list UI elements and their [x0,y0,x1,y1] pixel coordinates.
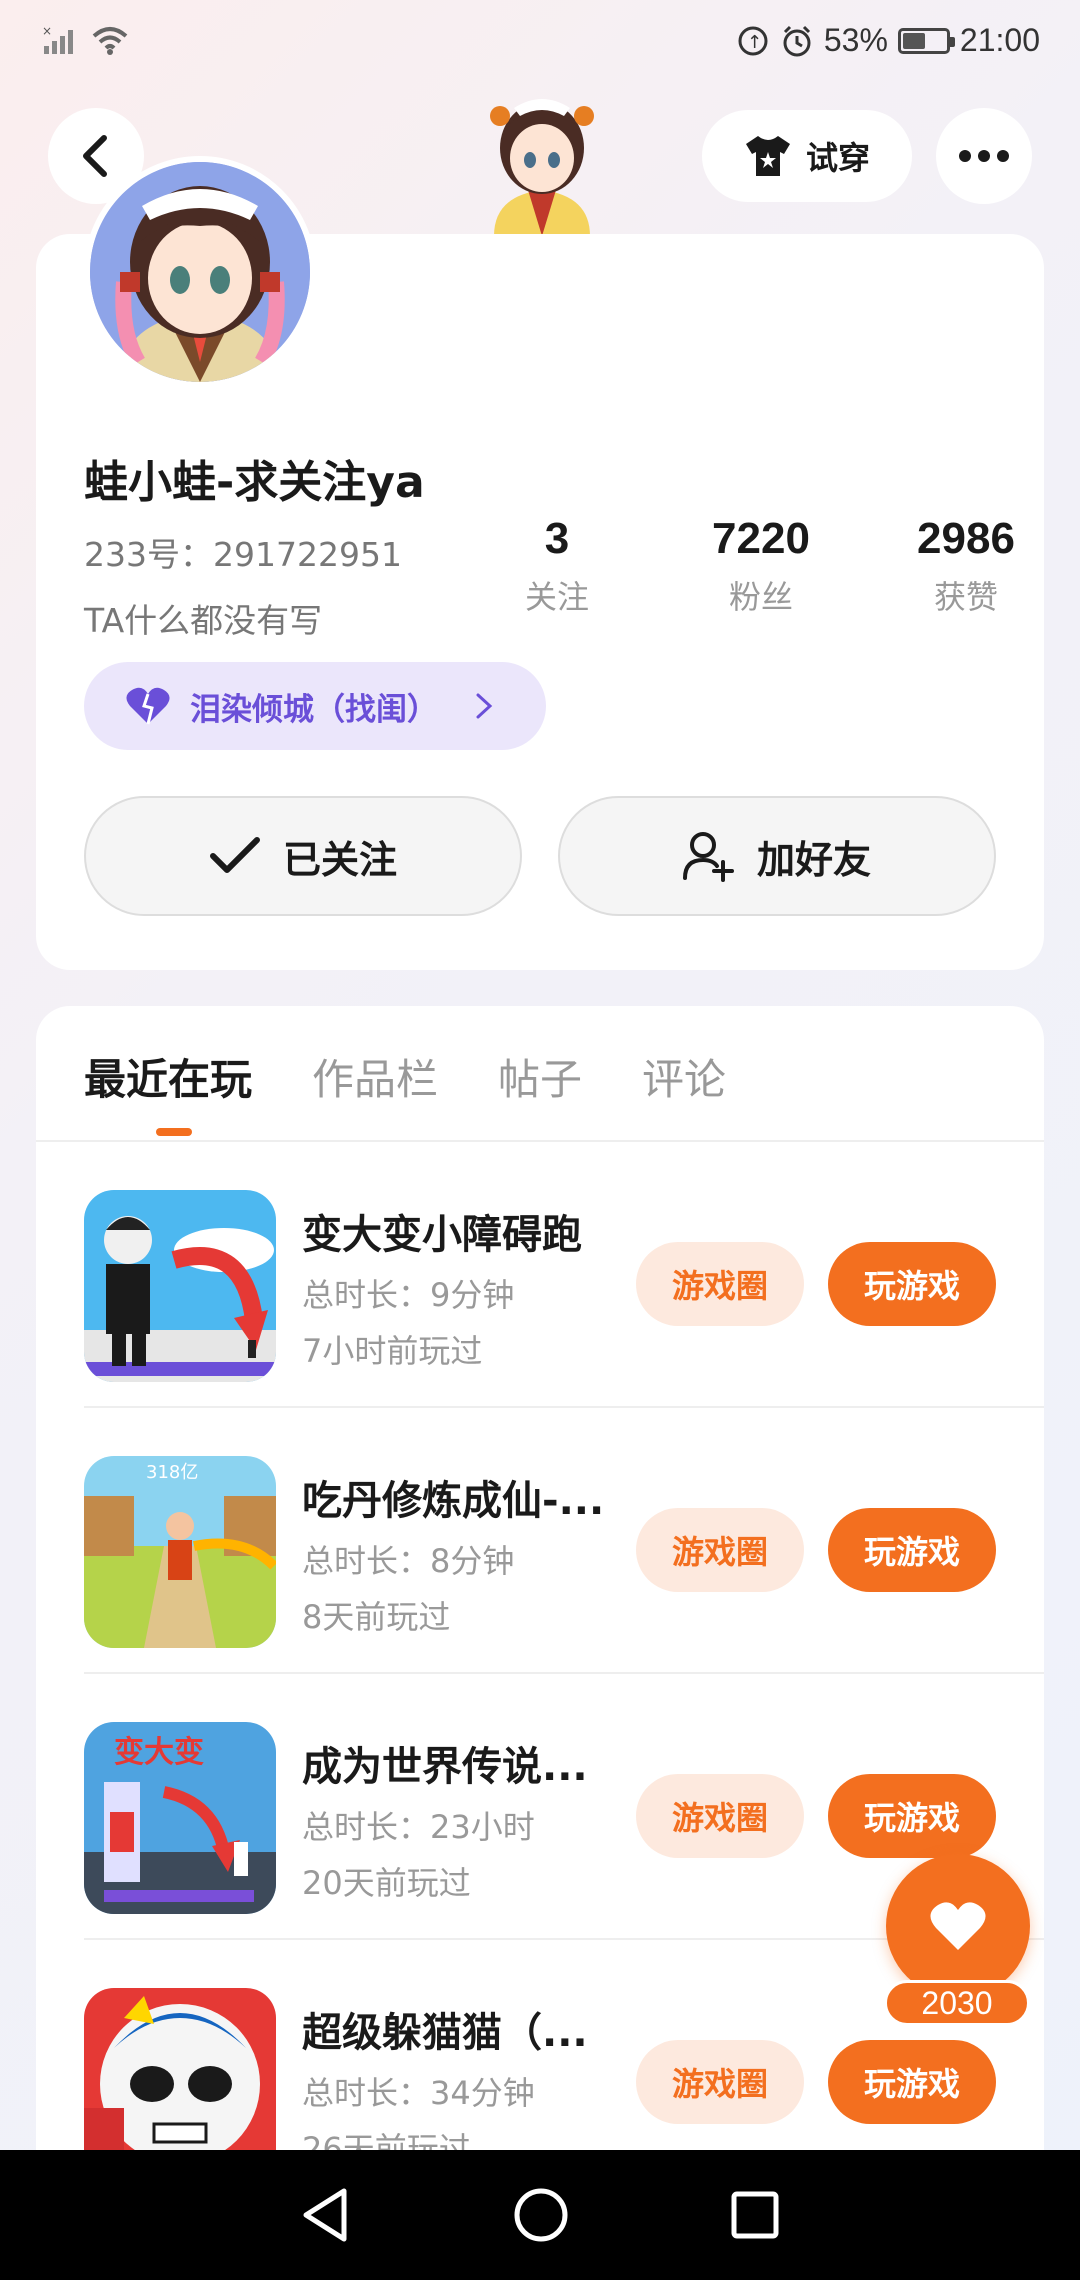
game-circle-button[interactable]: 游戏圈 [636,1242,804,1326]
game-duration: 总时长：8分钟 [302,1542,515,1580]
stat-value: 3 [544,514,570,563]
system-nav-bar [0,2150,1080,2280]
wifi-icon [92,27,128,55]
followed-button[interactable]: 已关注 [84,796,522,916]
tab-indicator [156,1128,192,1136]
add-friend-label: 加好友 [756,837,871,882]
game-title: 变大变小障碍跑 [302,1212,582,1258]
like-count: 2030 [884,1980,1030,2026]
game-title: 成为世界传说... [302,1744,588,1790]
add-user-icon [682,832,734,882]
clock: 21:00 [959,22,1040,58]
game-circle-button[interactable]: 游戏圈 [636,1774,804,1858]
svg-text:×: × [42,26,52,38]
game-last-played: 7小时前玩过 [302,1332,483,1370]
game-row[interactable]: 318亿 吃丹修炼成仙-... 总时长：8分钟 8天前玩过 游戏圈 玩游戏 [84,1408,1044,1674]
game-row[interactable]: 变大变小障碍跑 总时长：9分钟 7小时前玩过 游戏圈 玩游戏 [84,1142,1044,1408]
play-game-button[interactable]: 玩游戏 [828,1774,996,1858]
back-arrow-icon [83,135,107,177]
alarm-icon [783,25,811,56]
followed-label: 已关注 [282,837,397,882]
tab-posts[interactable]: 帖子 [498,1046,582,1107]
bio: TA什么都没有写 [84,601,323,640]
heart-icon [126,687,170,725]
nav-home-icon[interactable] [513,2187,569,2243]
game-circle-button[interactable]: 游戏圈 [636,2040,804,2124]
group-chip-label: 泪染倾城（找闺） [190,691,438,728]
tab-bar: 最近在玩 作品栏 帖子 评论 [84,1046,726,1107]
battery-percent: 53% [823,22,888,58]
stat-label: 粉丝 [728,578,793,616]
stat-fans[interactable]: 7220 粉丝 [676,514,846,618]
game-title: 超级躲猫猫（... [302,2010,588,2056]
stat-likes[interactable]: 2986 获赞 [886,514,1046,618]
game-circle-button[interactable]: 游戏圈 [636,1508,804,1592]
game-title: 吃丹修炼成仙-... [302,1478,602,1524]
game-duration: 总时长：23小时 [302,1808,535,1846]
play-game-button[interactable]: 玩游戏 [828,1508,996,1592]
play-game-button[interactable]: 玩游戏 [828,1242,996,1326]
try-on-button[interactable]: 试穿 [702,110,912,202]
user-id: 233号：291722951 [84,535,402,574]
more-options-button[interactable] [936,108,1032,204]
game-duration: 总时长：34分钟 [302,2074,535,2112]
game-icon[interactable]: 318亿 [84,1456,276,1648]
avatar-figure[interactable] [474,86,610,236]
avatar[interactable] [84,156,316,388]
status-bar: × ↑ 53% 21:00 [0,0,1080,90]
game-duration: 总时长：9分钟 [302,1276,515,1314]
group-chip[interactable]: 泪染倾城（找闺） [84,662,546,750]
like-button[interactable] [886,1854,1030,1998]
game-icon[interactable]: 变大变 [84,1722,276,1914]
game-icon[interactable] [84,1190,276,1382]
username: 蛙小蛙-求关注ya [84,457,425,508]
tab-recent[interactable]: 最近在玩 [84,1046,252,1107]
tab-comments[interactable]: 评论 [642,1046,726,1107]
activity-card: 最近在玩 作品栏 帖子 评论 变大变小障碍跑 总时长：9分钟 7小时前玩过 游戏… [36,1006,1044,2280]
play-game-button[interactable]: 玩游戏 [828,2040,996,2124]
stat-value: 2986 [917,514,1015,563]
stat-following[interactable]: 3 关注 [506,514,608,618]
signal-icon: × [42,26,73,54]
svg-text:变大变: 变大变 [114,1735,204,1770]
tab-works[interactable]: 作品栏 [312,1046,438,1107]
more-icon [959,150,1009,162]
svg-text:318亿: 318亿 [146,1462,198,1483]
try-on-label: 试穿 [805,139,870,177]
stat-label: 获赞 [933,578,998,616]
game-last-played: 20天前玩过 [302,1864,471,1902]
nav-recents-icon[interactable] [730,2190,780,2240]
nav-back-icon[interactable] [300,2187,352,2243]
svg-text:↑: ↑ [747,32,762,53]
game-last-played: 8天前玩过 [302,1598,451,1636]
check-icon [209,837,260,873]
shirt-icon [745,136,790,176]
battery-icon [897,27,955,54]
chevron-right-icon [476,693,493,719]
heart-icon [930,1902,986,1950]
add-friend-button[interactable]: 加好友 [558,796,996,916]
stat-label: 关注 [524,578,589,616]
stat-value: 7220 [712,514,810,563]
data-saver-icon: ↑ [738,26,768,55]
